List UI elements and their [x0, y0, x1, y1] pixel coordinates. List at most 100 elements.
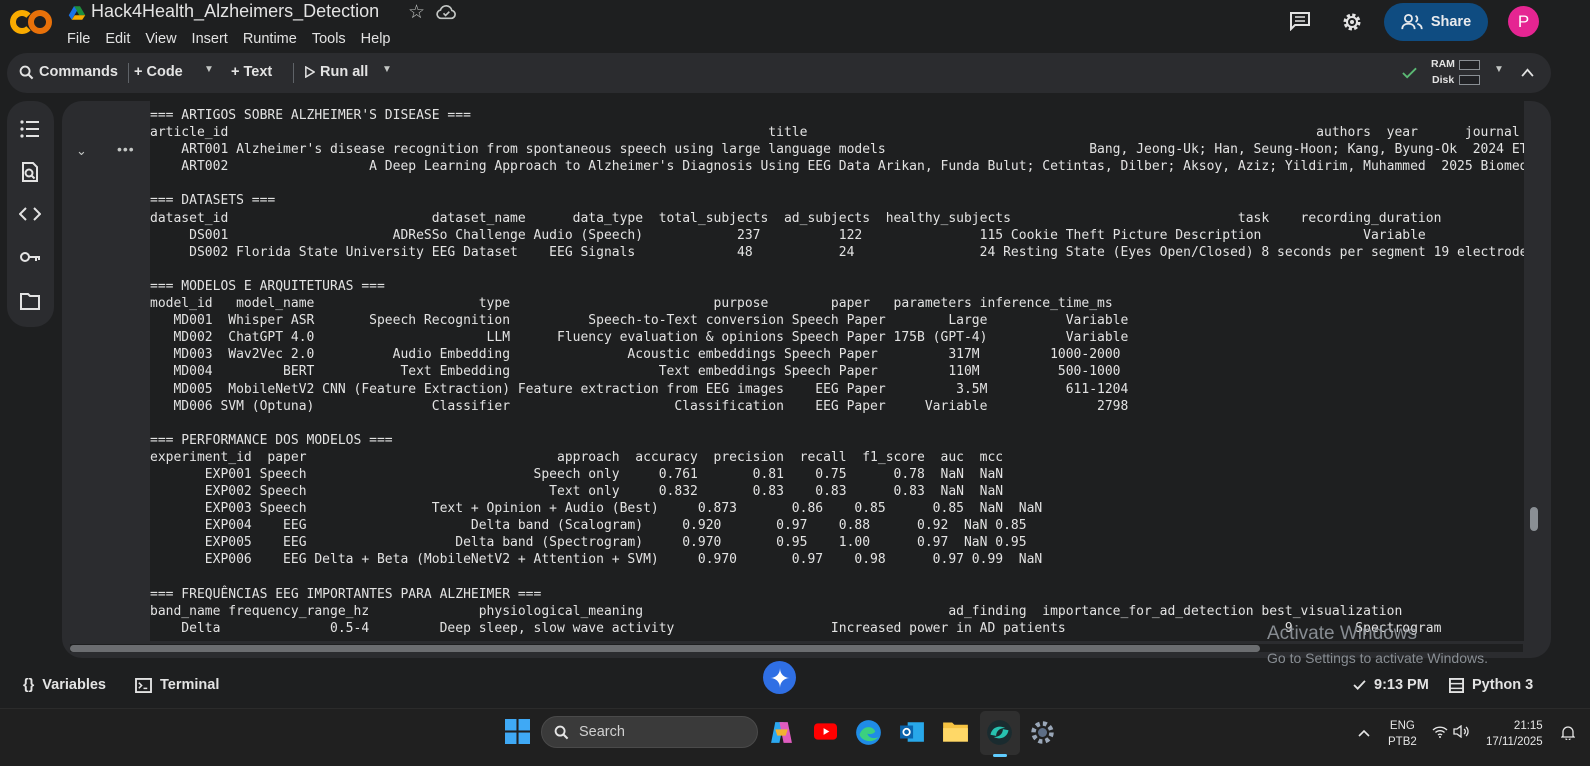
activate-windows-watermark: Activate Windows Go to Settings to activ…: [1267, 623, 1488, 666]
menu-edit[interactable]: Edit: [105, 31, 130, 47]
star-icon[interactable]: ☆: [408, 1, 425, 24]
horizontal-scrollbar-thumb[interactable]: [70, 645, 1260, 652]
ram-usage-bar: [1459, 60, 1480, 70]
disk-usage-bar: [1459, 75, 1480, 85]
terminal-label: Terminal: [160, 677, 220, 693]
connected-check-icon: [1402, 67, 1417, 79]
notebook-title[interactable]: Hack4Health_Alzheimers_Detection: [91, 1, 379, 22]
youtube-icon[interactable]: [814, 723, 837, 740]
toolbar-divider: [128, 63, 129, 83]
kernel-icon: [1449, 677, 1464, 693]
terminal-icon: [135, 677, 152, 693]
caret-down-icon: ▼: [382, 64, 392, 75]
runtime-dropdown[interactable]: ▼: [1494, 64, 1504, 75]
language-indicator[interactable]: ENG PTB2: [1388, 718, 1417, 750]
variables-label: Variables: [42, 677, 106, 693]
share-button[interactable]: Share: [1384, 3, 1488, 41]
output-text: === ARTIGOS SOBRE ALZHEIMER'S DISEASE ==…: [150, 108, 1524, 636]
disk-label: Disk: [1432, 74, 1455, 86]
windows-taskbar: Search ENG PTB2 21:15 17/11/2025: [0, 708, 1590, 766]
menu-insert[interactable]: Insert: [192, 31, 228, 47]
collapse-toolbar-icon[interactable]: [1521, 68, 1534, 77]
menu-bar: File Edit View Insert Runtime Tools Help: [67, 31, 406, 47]
menu-runtime[interactable]: Runtime: [243, 31, 297, 47]
menu-help[interactable]: Help: [361, 31, 391, 47]
colab-header: Hack4Health_Alzheimers_Detection ☆ File …: [0, 0, 1590, 54]
add-code-dropdown[interactable]: ▼: [204, 64, 214, 75]
menu-tools[interactable]: Tools: [312, 31, 346, 47]
volume-icon[interactable]: [1453, 725, 1470, 738]
output-actions-icon[interactable]: •••: [117, 141, 135, 157]
file-explorer-icon[interactable]: [942, 719, 969, 744]
variables-button[interactable]: {} Variables: [23, 677, 106, 693]
notifications-bell-icon[interactable]: [1561, 725, 1575, 740]
search-icon: [19, 65, 34, 79]
colab-app-icon[interactable]: [986, 719, 1013, 746]
commands-label: Commands: [39, 64, 118, 80]
windows-start-icon[interactable]: [505, 719, 530, 744]
logo-o-shape: [28, 10, 52, 34]
watermark-subtitle: Go to Settings to activate Windows.: [1267, 650, 1488, 666]
menu-file[interactable]: File: [67, 31, 90, 47]
run-all-dropdown[interactable]: ▼: [382, 64, 392, 75]
gemini-sparkle-icon: [769, 667, 790, 688]
taskbar-search-box[interactable]: Search: [541, 716, 758, 748]
language-primary: ENG: [1389, 720, 1415, 732]
settings-gear-icon[interactable]: [1340, 10, 1364, 34]
notebook-toolbar: Commands + Code ▼ + Text Run all ▼ RAM D…: [7, 53, 1551, 93]
caret-down-icon: ▼: [204, 64, 214, 75]
search-icon: [554, 725, 569, 739]
terminal-button[interactable]: Terminal: [135, 677, 219, 693]
settings-app-icon[interactable]: [1029, 719, 1056, 746]
colab-logo[interactable]: [10, 6, 52, 36]
execution-time: 9:13 PM: [1374, 677, 1429, 693]
cloud-saved-icon[interactable]: [436, 4, 456, 21]
code-snippets-icon[interactable]: [19, 203, 41, 225]
code-cell-output: ⌄ ••• === ARTIGOS SOBRE ALZHEIMER'S DISE…: [62, 101, 1551, 658]
copilot-icon[interactable]: [769, 721, 794, 744]
add-text-label: + Text: [231, 64, 273, 80]
comments-icon[interactable]: [1289, 11, 1311, 31]
kernel-indicator[interactable]: Python 3: [1449, 677, 1533, 693]
language-secondary: PTB2: [1388, 736, 1417, 748]
run-all-label: Run all: [320, 64, 369, 80]
watermark-title: Activate Windows: [1267, 623, 1417, 644]
resources-indicator[interactable]: RAM Disk: [1427, 53, 1487, 93]
gemini-button[interactable]: [763, 661, 796, 694]
wifi-icon[interactable]: [1432, 725, 1448, 738]
tray-chevron-up-icon[interactable]: [1358, 729, 1370, 737]
checkmark-icon: [1353, 680, 1366, 690]
add-code-button[interactable]: + Code: [134, 64, 183, 80]
execution-status[interactable]: 9:13 PM: [1353, 677, 1429, 693]
google-drive-icon[interactable]: [68, 4, 86, 22]
vertical-scrollbar-thumb[interactable]: [1530, 507, 1538, 531]
ram-label: RAM: [1431, 58, 1455, 70]
variables-braces-icon: {}: [23, 677, 35, 693]
find-replace-icon[interactable]: [19, 161, 41, 183]
edge-browser-icon[interactable]: [855, 719, 882, 746]
commands-button[interactable]: Commands: [19, 64, 118, 80]
menu-view[interactable]: View: [145, 31, 176, 47]
run-all-button[interactable]: Run all: [305, 64, 368, 80]
output-area[interactable]: === ARTIGOS SOBRE ALZHEIMER'S DISEASE ==…: [150, 101, 1524, 641]
play-icon: [305, 66, 315, 78]
people-icon: [1401, 14, 1423, 30]
left-sidebar: [7, 101, 54, 327]
user-avatar[interactable]: P: [1508, 6, 1539, 37]
kernel-label: Python 3: [1472, 677, 1534, 693]
collapse-output-chevron-icon[interactable]: ⌄: [76, 143, 87, 159]
search-placeholder: Search: [579, 724, 625, 740]
share-label: Share: [1430, 14, 1472, 30]
secrets-key-icon[interactable]: [19, 246, 41, 268]
add-text-button[interactable]: + Text: [231, 64, 272, 80]
clock[interactable]: 21:15 17/11/2025: [1486, 718, 1543, 750]
files-folder-icon[interactable]: [19, 290, 41, 312]
toolbar-divider: [293, 63, 294, 83]
outlook-icon[interactable]: [899, 719, 925, 745]
caret-down-icon: ▼: [1494, 64, 1504, 75]
clock-time: 21:15: [1513, 720, 1543, 732]
active-app-indicator: [993, 754, 1007, 757]
clock-date: 17/11/2025: [1486, 736, 1543, 748]
table-of-contents-icon[interactable]: [19, 118, 41, 140]
add-code-label: + Code: [134, 64, 183, 80]
